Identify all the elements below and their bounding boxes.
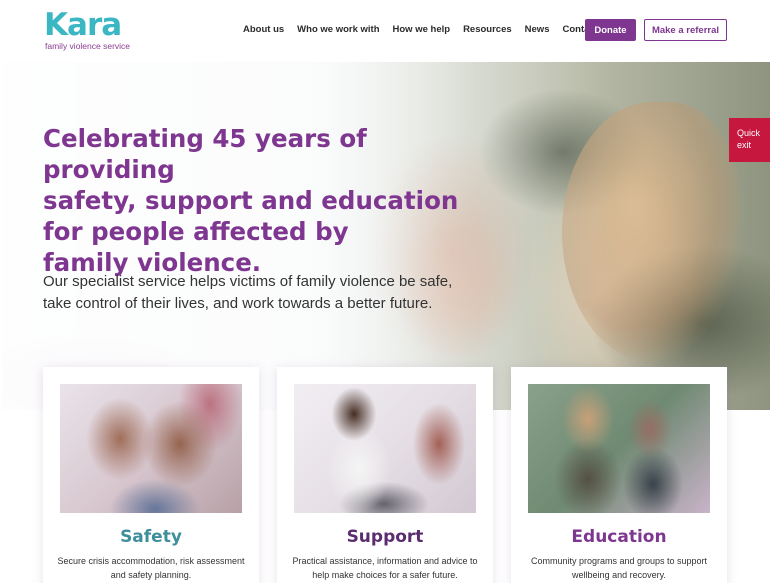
hero-title-line: safety, support and education bbox=[43, 186, 459, 215]
hero-banner: Celebrating 45 years of providing safety… bbox=[2, 62, 770, 410]
card-description: Secure crisis accommodation, risk assess… bbox=[55, 554, 247, 582]
hero-title-line: Celebrating 45 years of providing bbox=[43, 124, 367, 184]
nav-resources[interactable]: Resources bbox=[463, 24, 512, 35]
nav-who-we-work-with[interactable]: Who we work with bbox=[297, 24, 379, 35]
quick-exit-label: exit bbox=[737, 140, 752, 150]
service-card-safety[interactable]: Safety Secure crisis accommodation, risk… bbox=[43, 367, 259, 583]
nav-about-us[interactable]: About us bbox=[243, 24, 284, 35]
card-description: Community programs and groups to support… bbox=[523, 554, 715, 582]
support-photo bbox=[294, 384, 476, 513]
logo-tagline: family violence service bbox=[45, 41, 131, 51]
hero-subtitle-line: take control of their lives, and work to… bbox=[43, 295, 433, 312]
hero-title: Celebrating 45 years of providing safety… bbox=[43, 123, 503, 278]
card-desc-line: Practical assistance, information and ad… bbox=[292, 556, 478, 566]
card-desc-line: help make choices for a safer future. bbox=[312, 570, 458, 580]
card-description: Practical assistance, information and ad… bbox=[289, 554, 481, 582]
card-title: Support bbox=[346, 527, 424, 547]
logo-wordmark: Kara bbox=[44, 7, 122, 43]
donate-button[interactable]: Donate bbox=[585, 19, 636, 41]
quick-exit-button[interactable]: Quick exit bbox=[729, 118, 770, 162]
card-desc-line: Community programs and groups to support bbox=[530, 556, 708, 566]
card-title: Education bbox=[571, 527, 667, 547]
card-desc-line: wellbeing and recovery. bbox=[572, 570, 666, 580]
hero-title-line: for people affected by bbox=[43, 217, 349, 246]
safety-photo bbox=[60, 384, 242, 513]
education-photo bbox=[528, 384, 710, 513]
nav-how-we-help[interactable]: How we help bbox=[393, 24, 451, 35]
hero-subtitle-line: Our specialist service helps victims of … bbox=[43, 273, 453, 290]
nav-news[interactable]: News bbox=[525, 24, 550, 35]
quick-exit-label: Quick bbox=[737, 128, 761, 138]
service-card-education[interactable]: Education Community programs and groups … bbox=[511, 367, 727, 583]
main-nav: About us Who we work with How we help Re… bbox=[243, 24, 611, 35]
card-title: Safety bbox=[120, 527, 182, 547]
hero-subtitle: Our specialist service helps victims of … bbox=[43, 271, 493, 315]
make-referral-button[interactable]: Make a referral bbox=[644, 19, 727, 41]
card-desc-line: Secure crisis accommodation, risk assess… bbox=[57, 556, 245, 566]
site-header: Kara family violence service About us Wh… bbox=[0, 0, 770, 62]
service-card-support[interactable]: Support Practical assistance, informatio… bbox=[277, 367, 493, 583]
kara-logo[interactable]: Kara family violence service bbox=[44, 8, 134, 52]
card-desc-line: and safety planning. bbox=[110, 570, 192, 580]
